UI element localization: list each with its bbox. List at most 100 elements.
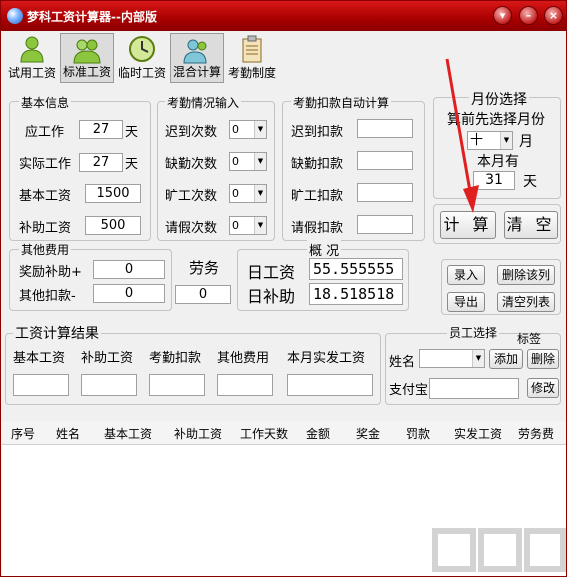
chevron-down-icon[interactable]: ▼ <box>500 132 512 149</box>
truant-count-select[interactable]: 0 ▼ <box>229 184 267 203</box>
labor-input[interactable]: 0 <box>175 285 231 304</box>
delete-staff-button[interactable]: 删除 <box>527 349 559 369</box>
attendance-title: 考勤情况输入 <box>165 94 242 111</box>
alipay-input[interactable] <box>429 378 519 399</box>
absent-count-select[interactable]: 0 ▼ <box>229 152 267 171</box>
clear-button[interactable]: 清 空 <box>504 211 558 239</box>
bonus-label: 奖励补助+ <box>19 265 82 280</box>
col-header-name[interactable]: 姓名 <box>56 425 80 442</box>
modify-staff-button[interactable]: 修改 <box>527 378 559 398</box>
actual-work-input[interactable]: 27 <box>79 153 123 172</box>
col-header-subsidy[interactable]: 补助工资 <box>174 425 222 442</box>
table-header: 序号 姓名 基本工资 补助工资 工作天数 金额 奖金 罚款 实发工资 劳务费 <box>2 421 566 445</box>
result-col-net: 本月实发工资 <box>287 351 366 366</box>
toolbar-label: 混合计算 <box>172 65 221 79</box>
chevron-down-icon[interactable]: ▼ <box>254 121 266 138</box>
truant-count-label: 旷工次数 <box>165 189 218 204</box>
col-header-base[interactable]: 基本工资 <box>104 425 152 442</box>
leave-count-label: 请假次数 <box>165 221 218 236</box>
toolbar-standard-salary[interactable]: 标准工资 <box>60 33 114 83</box>
chevron-down-icon[interactable]: ▼ <box>254 153 266 170</box>
tag-label: 标签 <box>517 332 542 346</box>
col-header-index[interactable]: 序号 <box>11 425 35 442</box>
daily-wage-value: 55.555555 <box>309 258 403 280</box>
truant-deduct-field[interactable] <box>357 183 413 202</box>
col-header-amount[interactable]: 金额 <box>306 425 330 442</box>
days-label: 本月有 <box>477 154 519 170</box>
person-icon <box>20 36 44 63</box>
entry-button[interactable]: 录入 <box>447 265 485 285</box>
clipboard-icon <box>242 35 262 63</box>
base-salary-input[interactable]: 1500 <box>85 184 141 203</box>
col-header-labor[interactable]: 劳务费 <box>518 425 554 442</box>
toolbar-temp-salary[interactable]: 临时工资 <box>115 33 169 83</box>
subsidy-input[interactable]: 500 <box>85 216 141 235</box>
add-staff-button[interactable]: 添加 <box>489 349 523 369</box>
people-icon <box>73 39 101 64</box>
late-deduct-label: 迟到扣款 <box>291 125 344 140</box>
late-deduct-field[interactable] <box>357 119 413 138</box>
absent-count-label: 缺勤次数 <box>165 157 218 172</box>
app-window: 梦科工资计算器--内部版 ▾ – × 试用工资 标准工资 临时工资 混合计算 考… <box>0 0 567 577</box>
toolbar-label: 临时工资 <box>117 66 166 80</box>
result-col-base: 基本工资 <box>13 351 66 366</box>
should-work-label: 应工作 <box>25 125 65 140</box>
result-subsidy-field[interactable] <box>81 374 137 396</box>
result-deduct-field[interactable] <box>149 374 205 396</box>
col-header-penalty[interactable]: 罚款 <box>406 425 430 442</box>
labor-label: 劳务 <box>189 259 220 277</box>
result-other-field[interactable] <box>217 374 273 396</box>
app-icon <box>7 8 23 24</box>
toolbar-label: 考勤制度 <box>227 66 276 80</box>
minimize-icon[interactable]: – <box>519 6 538 25</box>
overview-title: 概 况 <box>307 240 342 259</box>
result-col-deduct: 考勤扣款 <box>149 351 202 366</box>
watermark-logo-icon <box>432 528 566 572</box>
col-header-days[interactable]: 工作天数 <box>240 425 288 442</box>
staff-name-select[interactable]: ▼ <box>419 349 485 368</box>
leave-deduct-field[interactable] <box>357 215 413 234</box>
chevron-down-icon[interactable]: ▼ <box>254 185 266 202</box>
result-base-field[interactable] <box>13 374 69 396</box>
other-fees-title: 其他费用 <box>19 241 72 258</box>
leave-deduct-label: 请假扣款 <box>291 221 344 236</box>
leave-count-value: 0 <box>232 219 239 232</box>
toolbar-trial-salary[interactable]: 试用工资 <box>5 33 59 83</box>
should-work-input[interactable]: 27 <box>79 120 123 139</box>
chevron-down-icon[interactable]: ▼ <box>254 217 266 234</box>
late-count-select[interactable]: 0 ▼ <box>229 120 267 139</box>
daily-subsidy-label: 日补助 <box>247 287 296 306</box>
menu-icon[interactable]: ▾ <box>493 6 512 25</box>
arrow-annotation-icon <box>445 58 479 213</box>
days-unit: 天 <box>523 174 537 190</box>
toolbar-mixed-calc[interactable]: 混合计算 <box>170 33 224 83</box>
clear-list-button[interactable]: 清空列表 <box>497 292 555 312</box>
absent-count-value: 0 <box>232 155 239 168</box>
bonus-input[interactable]: 0 <box>93 260 165 279</box>
other-deduct-label: 其他扣款- <box>19 289 76 304</box>
actual-work-label: 实际工作 <box>19 157 72 172</box>
truant-count-value: 0 <box>232 187 239 200</box>
should-work-unit: 天 <box>125 125 139 140</box>
staff-name-label: 姓名 <box>389 355 416 370</box>
toolbar-attendance-rules[interactable]: 考勤制度 <box>225 33 279 83</box>
chevron-down-icon[interactable]: ▼ <box>472 350 484 367</box>
late-count-value: 0 <box>232 123 239 136</box>
staff-title: 员工选择 <box>447 324 500 341</box>
group-icon <box>183 39 207 64</box>
leave-count-select[interactable]: 0 ▼ <box>229 216 267 235</box>
daily-subsidy-value: 18.518518 <box>309 283 403 305</box>
delete-row-button[interactable]: 删除该列 <box>497 265 555 285</box>
result-col-other: 其他费用 <box>217 351 270 366</box>
daily-wage-label: 日工资 <box>247 263 296 282</box>
close-icon[interactable]: × <box>544 6 563 25</box>
other-deduct-input[interactable]: 0 <box>93 284 165 303</box>
absent-deduct-field[interactable] <box>357 151 413 170</box>
col-header-bonus[interactable]: 奖金 <box>356 425 380 442</box>
col-header-net[interactable]: 实发工资 <box>454 425 502 442</box>
result-net-field[interactable] <box>287 374 373 396</box>
title-bar[interactable]: 梦科工资计算器--内部版 ▾ – × <box>1 1 566 31</box>
deduction-title: 考勤扣款自动计算 <box>291 94 392 111</box>
subsidy-label: 补助工资 <box>19 221 72 236</box>
export-button[interactable]: 导出 <box>447 292 485 312</box>
